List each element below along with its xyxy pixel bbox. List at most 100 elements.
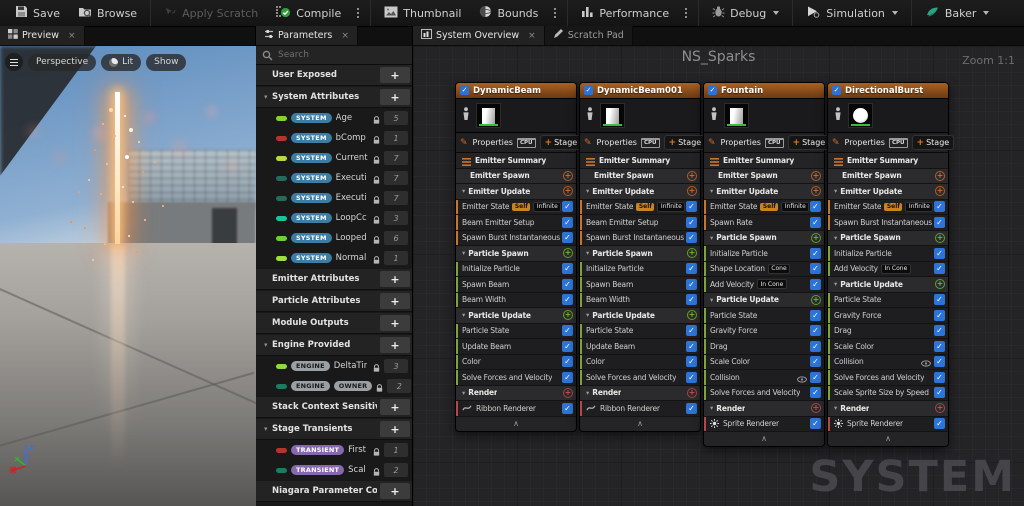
stack-row-collision[interactable]: Collision✓ [828, 355, 948, 371]
add-module-button[interactable]: + [687, 186, 697, 196]
parameter-row-system-executi[interactable]: SYSTEMExecuti7 [256, 188, 412, 208]
stack-row-emitter-state[interactable]: Emitter StateSelfInfinite✓ [456, 200, 576, 216]
add-module-button[interactable]: + [563, 186, 573, 196]
stack-row-spawn-burst-instantaneous[interactable]: Spawn Burst Instantaneous✓ [828, 215, 948, 231]
module-enabled-checkbox[interactable]: ✓ [810, 201, 821, 212]
stack-row-particle-state[interactable]: Particle State✓ [828, 293, 948, 309]
lit-button[interactable]: Lit [101, 54, 141, 71]
stack-row-drag[interactable]: Drag✓ [704, 339, 824, 355]
module-enabled-checkbox[interactable]: ✓ [562, 263, 573, 274]
module-enabled-checkbox[interactable]: ✓ [810, 325, 821, 336]
emitter-thumbnail[interactable] [600, 103, 625, 128]
module-enabled-checkbox[interactable]: ✓ [934, 325, 945, 336]
toolbar-button-bounds[interactable]: Bounds [470, 0, 547, 27]
stack-row-particle-state[interactable]: Particle State✓ [704, 308, 824, 324]
stack-row-particle-state[interactable]: Particle State✓ [456, 324, 576, 340]
add-module-button[interactable]: + [811, 171, 821, 181]
parameter-row-system-age[interactable]: SYSTEMAge5 [256, 108, 412, 128]
parameter-row-system-current[interactable]: SYSTEMCurrent7 [256, 148, 412, 168]
emitter-node-header[interactable]: ✓DirectionalBurst [828, 83, 948, 99]
emitter-enabled-checkbox[interactable]: ✓ [460, 86, 469, 95]
module-enabled-checkbox[interactable]: ✓ [562, 372, 573, 383]
module-enabled-checkbox[interactable]: ✓ [934, 341, 945, 352]
module-enabled-checkbox[interactable]: ✓ [686, 279, 697, 290]
module-enabled-checkbox[interactable]: ✓ [934, 294, 945, 305]
stack-row-emitter-state[interactable]: Emitter StateSelfInfinite✓ [580, 200, 700, 216]
module-enabled-checkbox[interactable]: ✓ [810, 279, 821, 290]
emitter-node-directionalburst[interactable]: ✓DirectionalBurst ✎PropertiesCPU+Stage Emi… [827, 82, 949, 447]
parameter-row-system-normal[interactable]: SYSTEMNormal1 [256, 248, 412, 268]
add-module-button[interactable]: + [687, 171, 697, 181]
stack-row-emitter-summary[interactable]: Emitter Summary [580, 153, 700, 169]
emitter-properties-row[interactable]: ✎PropertiesCPU+Stage [828, 133, 948, 153]
viewport-menu-button[interactable] [5, 53, 23, 71]
emitter-node-header[interactable]: ✓Fountain [704, 83, 824, 99]
stack-row-color[interactable]: Color✓ [456, 355, 576, 371]
stack-row-ribbon-renderer[interactable]: Ribbon Renderer✓ [456, 401, 576, 417]
stack-row-spawn-beam[interactable]: Spawn Beam✓ [580, 277, 700, 293]
module-enabled-checkbox[interactable]: ✓ [562, 356, 573, 367]
collapse-node-button[interactable]: ∧ [828, 432, 948, 446]
graph-canvas[interactable]: NS_Sparks Zoom 1:1 SYSTEM ✓DynamicBeam✎P… [413, 46, 1024, 506]
add-parameter-button[interactable]: + [380, 399, 410, 415]
stack-row-particle-update[interactable]: ▾Particle Update+ [828, 277, 948, 293]
parameter-section-header-stage-transients[interactable]: ▾Stage Transients+ [256, 419, 412, 440]
add-module-button[interactable]: + [687, 388, 697, 398]
module-enabled-checkbox[interactable]: ✓ [686, 201, 697, 212]
stack-row-particle-state[interactable]: Particle State✓ [580, 324, 700, 340]
module-enabled-checkbox[interactable]: ✓ [934, 418, 945, 429]
add-module-button[interactable]: + [811, 186, 821, 196]
stack-row-emitter-update[interactable]: ▾Emitter Update+ [704, 184, 824, 200]
stack-row-sprite-renderer[interactable]: Sprite Renderer✓ [828, 417, 948, 433]
module-enabled-checkbox[interactable]: ✓ [810, 372, 821, 383]
stack-row-initialize-particle[interactable]: Initialize Particle✓ [456, 262, 576, 278]
stack-row-collision[interactable]: Collision✓ [704, 370, 824, 386]
emitter-node-dynamicbeam001[interactable]: ✓DynamicBeam001✎PropertiesCPU+StageEmitt… [579, 82, 701, 432]
toolbar-button-performance[interactable]: Performance [572, 0, 678, 27]
tab-scratch-pad[interactable]: Scratch Pad [545, 26, 633, 45]
stack-row-particle-spawn[interactable]: ▾Particle Spawn+ [828, 231, 948, 247]
stack-row-emitter-spawn[interactable]: Emitter Spawn+ [704, 169, 824, 185]
toolbar-menu-bounds[interactable] [547, 0, 563, 27]
stack-row-render[interactable]: ▾Render+ [704, 401, 824, 417]
toolbar-button-compile[interactable]: Compile [267, 0, 350, 27]
add-module-button[interactable]: + [563, 171, 573, 181]
stack-row-emitter-summary[interactable]: Emitter Summary [704, 153, 824, 169]
parameter-row-engine-deltatir[interactable]: ENGINEDeltaTir3 [256, 356, 412, 376]
add-stage-button[interactable]: +Stage [788, 135, 831, 150]
parameter-row-engine-owner[interactable]: ENGINEOWNER2 [256, 376, 412, 396]
parameter-row-transient-scal[interactable]: TRANSIENTScal2 [256, 460, 412, 480]
stack-row-emitter-state[interactable]: Emitter StateSelfInfinite✓ [828, 200, 948, 216]
stack-row-emitter-update[interactable]: ▾Emitter Update+ [828, 184, 948, 200]
emitter-node-header[interactable]: ✓DynamicBeam001 [580, 83, 700, 99]
parameter-row-system-bcomp[interactable]: SYSTEMbComp1 [256, 128, 412, 148]
stack-row-solve-forces-and-velocity[interactable]: Solve Forces and Velocity✓ [580, 370, 700, 386]
tab-parameters[interactable]: Parameters × [256, 26, 358, 45]
add-module-button[interactable]: + [811, 403, 821, 413]
emitter-node-fountain[interactable]: ✓Fountain✎PropertiesCPU+StageEmitter Sum… [703, 82, 825, 447]
parameter-section-header-stack-context-sensitive[interactable]: Stack Context Sensitive+ [256, 397, 412, 418]
collapse-node-button[interactable]: ∧ [704, 432, 824, 446]
stack-row-initialize-particle[interactable]: Initialize Particle✓ [828, 246, 948, 262]
add-module-button[interactable]: + [935, 403, 945, 413]
stack-row-color[interactable]: Color✓ [580, 355, 700, 371]
stack-row-beam-emitter-setup[interactable]: Beam Emitter Setup✓ [580, 215, 700, 231]
add-module-button[interactable]: + [811, 233, 821, 243]
add-stage-button[interactable]: +Stage [912, 135, 955, 150]
module-enabled-checkbox[interactable]: ✓ [686, 294, 697, 305]
add-module-button[interactable]: + [811, 295, 821, 305]
add-parameter-button[interactable]: + [380, 89, 410, 105]
toolbar-button-baker[interactable]: Baker [916, 0, 999, 27]
stack-row-solve-forces-and-velocity[interactable]: Solve Forces and Velocity✓ [456, 370, 576, 386]
stack-row-emitter-summary[interactable]: Emitter Summary [456, 153, 576, 169]
visibility-eye-icon[interactable] [797, 368, 807, 387]
add-stage-button[interactable]: +Stage [540, 135, 583, 150]
stack-row-add-velocity[interactable]: Add VelocityIn Cone✓ [704, 277, 824, 293]
emitter-thumbnail[interactable] [724, 103, 749, 128]
module-enabled-checkbox[interactable]: ✓ [686, 372, 697, 383]
module-enabled-checkbox[interactable]: ✓ [562, 341, 573, 352]
add-parameter-button[interactable]: + [380, 293, 410, 309]
stack-row-gravity-force[interactable]: Gravity Force✓ [828, 308, 948, 324]
add-parameter-button[interactable]: + [380, 337, 410, 353]
stack-row-sprite-renderer[interactable]: Sprite Renderer✓ [704, 417, 824, 433]
